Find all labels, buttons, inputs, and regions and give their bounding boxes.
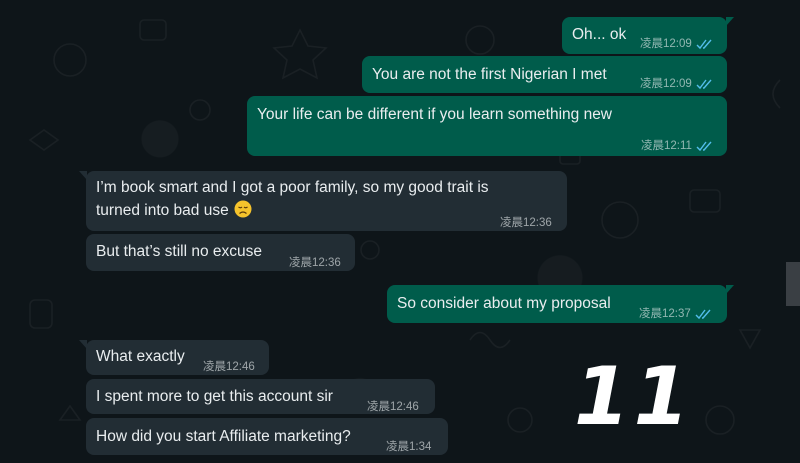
- incoming-message[interactable]: What exactly 凌晨12:46: [79, 340, 269, 377]
- read-receipt-icon: [696, 141, 712, 151]
- message-time: 凌晨12:09: [640, 78, 692, 90]
- message-time: 凌晨12:36: [500, 217, 552, 229]
- outgoing-message[interactable]: So consider about my proposal 凌晨12:37: [387, 285, 734, 324]
- message-text: Oh... ok: [572, 26, 627, 43]
- message-meta: 凌晨12:46: [203, 357, 255, 377]
- read-receipt-icon: [696, 79, 712, 89]
- incoming-message[interactable]: I’m book smart and I got a poor family, …: [79, 171, 567, 233]
- message-meta: 凌晨12:36: [500, 213, 552, 233]
- outgoing-message[interactable]: Oh... ok 凌晨12:09: [562, 17, 734, 54]
- message-time: 凌晨12:46: [367, 401, 419, 413]
- incoming-message[interactable]: But that’s still no excuse 凌晨12:36: [86, 234, 355, 271]
- message-meta: 凌晨1:34: [386, 437, 431, 457]
- message-meta: 凌晨12:37: [639, 304, 712, 324]
- message-time: 凌晨12:36: [289, 257, 341, 269]
- message-text-line-2-text: turned into bad use: [96, 202, 229, 219]
- message-meta: 凌晨12:09: [640, 74, 713, 94]
- incoming-message[interactable]: I spent more to get this account sir 凌晨1…: [86, 379, 435, 414]
- read-receipt-icon: [696, 39, 712, 49]
- bubble-tail: [726, 285, 734, 294]
- message-text-line-1: I’m book smart and I got a poor family, …: [96, 179, 489, 196]
- message-time: 凌晨12:11: [641, 140, 692, 152]
- message-meta: 凌晨12:36: [289, 253, 341, 273]
- scrollbar[interactable]: [786, 262, 800, 306]
- overlay-number: 11: [574, 350, 694, 443]
- message-text-line-2: turned into bad use: [96, 200, 252, 221]
- read-receipt-icon: [695, 309, 711, 319]
- bubble-tail: [726, 17, 734, 26]
- message-time: 凌晨12:37: [639, 308, 691, 320]
- outgoing-message[interactable]: Your life can be different if you learn …: [247, 96, 727, 156]
- disappointed-face-icon: [234, 200, 252, 218]
- message-time: 凌晨1:34: [386, 441, 432, 453]
- message-time: 凌晨12:09: [640, 38, 692, 50]
- message-text: What exactly: [96, 348, 185, 365]
- message-meta: 凌晨12:09: [640, 34, 713, 54]
- message-text: I spent more to get this account sir: [96, 388, 333, 405]
- message-time: 凌晨12:46: [203, 361, 255, 373]
- outgoing-message[interactable]: You are not the first Nigerian I met 凌晨1…: [362, 56, 727, 93]
- chat-panel: Oh... ok 凌晨12:09 You are not the first N…: [0, 0, 800, 463]
- message-text: But that’s still no excuse: [96, 243, 262, 260]
- bubble-tail: [79, 340, 87, 349]
- message-text: Your life can be different if you learn …: [257, 106, 613, 123]
- message-text: How did you start Affiliate marketing?: [96, 428, 351, 445]
- message-text: So consider about my proposal: [397, 295, 611, 312]
- incoming-message[interactable]: How did you start Affiliate marketing? 凌…: [86, 418, 448, 455]
- bubble-tail: [79, 171, 87, 180]
- message-text: You are not the first Nigerian I met: [372, 66, 607, 83]
- message-meta: 凌晨12:11: [641, 136, 713, 156]
- message-meta: 凌晨12:46: [367, 397, 419, 417]
